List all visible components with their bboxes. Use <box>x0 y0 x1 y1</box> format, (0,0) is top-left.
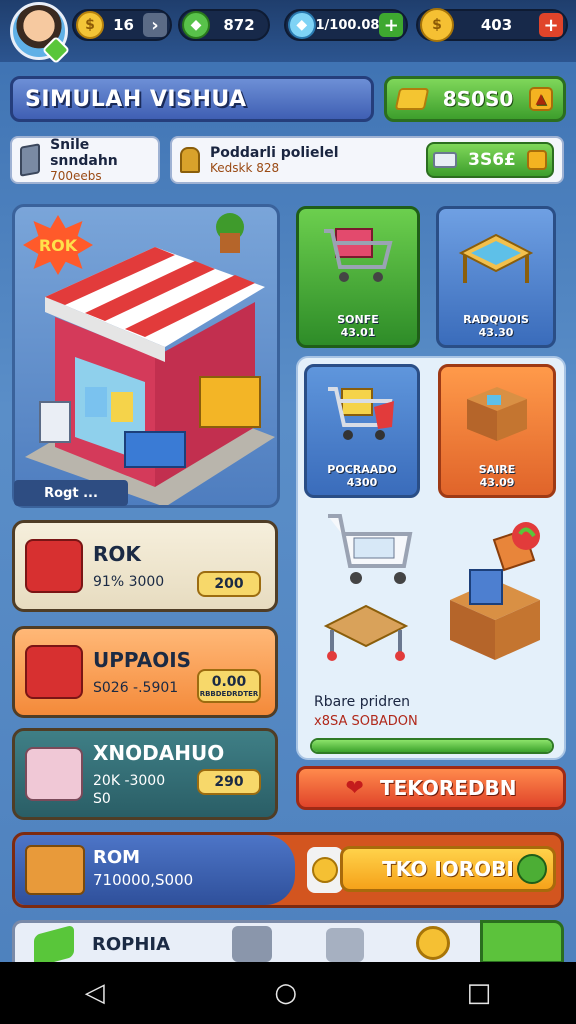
register-icon[interactable] <box>232 926 272 962</box>
home-button[interactable]: ○ <box>274 978 297 1008</box>
device-icon <box>20 143 41 177</box>
gift-box-icon <box>25 539 83 593</box>
store-scene[interactable]: ROK <box>12 204 280 508</box>
sale-badge-label: ROK <box>38 235 78 255</box>
add-gold-button[interactable]: + <box>539 13 563 37</box>
shop-progress-fill <box>312 740 552 752</box>
leaf-icon <box>517 854 547 884</box>
coin-slot <box>307 847 343 893</box>
info-card-left[interactable]: Snile snndahn 700eebs <box>10 136 160 184</box>
info-right-sub: Kedskk 828 <box>210 161 280 175</box>
gold-coin-icon <box>312 857 338 883</box>
banner-action-button[interactable]: TKO IOROBI <box>340 846 556 892</box>
back-button[interactable]: ◁ <box>85 978 105 1008</box>
settings-gear-icon[interactable] <box>416 926 450 960</box>
shop-progress-bar <box>310 738 554 754</box>
shop-item-card-2[interactable]: RADQUOIS 43.30 <box>436 206 556 348</box>
trophy-icon <box>180 147 200 173</box>
gold-value: 403 <box>480 16 513 34</box>
trash-bin-icon[interactable] <box>326 928 364 962</box>
green-gem-icon: ◆ <box>182 11 210 39</box>
info-card-right[interactable]: Poddarli polielel Kedskk 828 3S6£ <box>170 136 564 184</box>
add-diamonds-button[interactable]: + <box>379 13 403 37</box>
collect-button[interactable]: 3S6£ <box>426 142 554 178</box>
cash-value: 8S0S0 <box>442 87 514 111</box>
ribbon-icon <box>25 747 83 801</box>
stat-price: 290 <box>214 774 244 790</box>
game-title: SIMULAH VISHUA <box>25 86 247 112</box>
banner-title: ROM <box>93 847 141 868</box>
stat-card-1[interactable]: ROK 91% 3000 200 <box>12 520 278 612</box>
stat-price-button[interactable]: 200 <box>197 571 261 597</box>
info-left-sub: 700eebs <box>50 169 102 183</box>
diamond-value: 1/100.08 <box>315 17 380 33</box>
shop-item-price: 43.30 <box>478 326 514 339</box>
system-nav-bar: ◁ ○ □ <box>0 962 576 1024</box>
gems-value: 872 <box>223 16 255 34</box>
shop-action-label: TEKOREDBN <box>379 776 517 800</box>
crate-icon <box>467 387 527 441</box>
diamond-counter[interactable]: ◆ 1/100.08 + <box>284 9 408 41</box>
display-table-icon <box>458 233 534 283</box>
upgrade-arrow-icon: ▲ <box>529 87 553 111</box>
shop-action-button[interactable]: ❤ TEKOREDBN <box>296 766 566 810</box>
stat-title: ROK <box>93 542 141 566</box>
gems-counter[interactable]: ◆ 872 <box>178 9 270 41</box>
stat-card-3[interactable]: XNODAHUO 20K -3000 S0 290 <box>12 728 278 820</box>
stat-price-button[interactable]: 290 <box>197 769 261 795</box>
stacked-crates-illustration <box>450 522 540 660</box>
upgrade-icon <box>526 150 547 170</box>
recents-button[interactable]: □ <box>467 978 492 1008</box>
shop-item-price: 4300 <box>346 476 378 489</box>
scene-label: Rogt ... <box>14 480 128 506</box>
shop-item-card-4[interactable]: SAIRE 43.09 <box>438 364 556 498</box>
bottom-tab-label[interactable]: ROPHIA <box>92 934 170 955</box>
stat-price: 200 <box>214 576 244 592</box>
stat-price-button[interactable]: 0.00 RBBDEDRDTER <box>197 669 261 703</box>
stat-card-2[interactable]: UPPAOIS S026 -.5901 0.00 RBBDEDRDTER <box>12 626 278 718</box>
heart-icon: ❤ <box>345 775 364 801</box>
game-title-banner: SIMULAH VISHUA <box>10 76 374 122</box>
coins-counter[interactable]: $ 16 › <box>72 9 172 41</box>
gold-coin-icon: $ <box>420 8 454 42</box>
stat-price-sub: RBBDEDRDTER <box>199 690 259 698</box>
banner-action-label: TKO IOROBI <box>382 857 514 881</box>
shop-caption: Rbare pridren <box>314 694 411 710</box>
info-left-title: Snile snndahn <box>50 137 118 169</box>
shop-item-card-1[interactable]: SONFE 43.01 <box>296 206 420 348</box>
shop-item-name: POCRAADO <box>327 463 397 476</box>
coins-value: 16 <box>113 16 134 34</box>
gift-box-icon <box>25 645 83 699</box>
shop-item-price: 43.09 <box>479 476 515 489</box>
collect-value: 3S6£ <box>468 150 516 170</box>
cash-stack-icon <box>394 88 430 110</box>
shop-item-name: SAIRE <box>478 463 516 476</box>
cash-icon <box>433 152 458 168</box>
cash-button[interactable]: 8S0S0 ▲ <box>384 76 566 122</box>
shopping-cart-icon <box>328 387 394 440</box>
shop-item-card-3[interactable]: POCRAADO 4300 <box>304 364 420 498</box>
info-right-title: Poddarli polielel <box>210 145 339 161</box>
gold-counter[interactable]: $ 403 + <box>416 8 568 42</box>
shop-item-price: 43.01 <box>340 326 376 339</box>
cart-and-cart-platform-illustration <box>323 514 413 661</box>
shop-subcaption: x8SA SOBADON <box>314 714 418 729</box>
shop-item-name: RADQUOIS <box>463 313 529 326</box>
cart-icon <box>324 228 393 282</box>
diamond-icon: ◆ <box>288 11 316 39</box>
coin-icon: $ <box>76 11 104 39</box>
bin-tab-button[interactable] <box>480 920 564 964</box>
stat-title: XNODAHUO <box>93 741 225 765</box>
coins-expand-icon[interactable]: › <box>143 13 167 37</box>
shop-item-name: SONFE <box>337 313 379 326</box>
banner-sub: 710000,S000 <box>93 871 194 889</box>
scene-label-text: Rogt ... <box>44 485 98 501</box>
stat-price: 0.00 <box>211 674 247 690</box>
cart-icon <box>25 845 85 895</box>
